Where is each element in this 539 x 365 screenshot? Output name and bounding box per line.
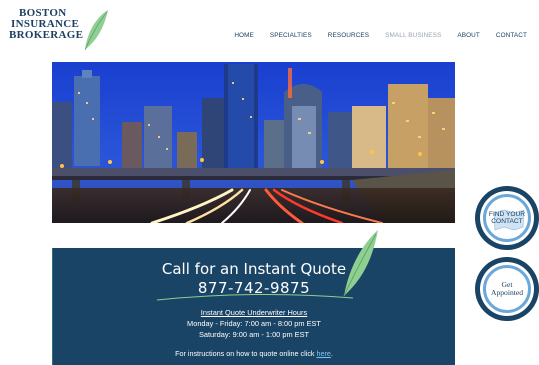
get-appointed-inner: Get Appointed (483, 265, 531, 313)
find-line-1: FIND YOUR (488, 211, 526, 218)
nav-contact[interactable]: CONTACT (496, 32, 527, 39)
nav-home[interactable]: HOME (234, 32, 254, 39)
quote-title: Call for an Instant Quote (161, 260, 347, 278)
swoosh-decoration (156, 293, 354, 301)
find-contact-inner: FIND YOUR CONTACT (483, 194, 531, 242)
get-appointed-label: Get Appointed (491, 281, 523, 297)
nav-resources[interactable]: RESOURCES (328, 32, 369, 39)
instructions-here-link[interactable]: here (317, 349, 331, 358)
find-contact-label: FIND YOUR CONTACT (489, 211, 525, 225)
nav-specialties[interactable]: SPECIALTIES (270, 32, 312, 39)
nav-about[interactable]: ABOUT (457, 32, 480, 39)
quote-instructions: For instructions on how to quote online … (53, 349, 455, 358)
instructions-suffix: . (330, 349, 333, 358)
hero-image (52, 62, 455, 223)
get-line-2: Appointed (490, 288, 524, 297)
brand-wordmark: BOSTON INSURANCE BROKERAGE (9, 8, 83, 41)
find-line-2: CONTACT (491, 218, 523, 225)
hours-weekday: Monday - Friday: 7:00 am - 8:00 pm EST (187, 319, 321, 328)
hours-heading: Instant Quote Underwriter Hours (200, 308, 308, 317)
find-your-contact-button[interactable]: FIND YOUR CONTACT (475, 186, 539, 250)
brand-logo[interactable]: BOSTON INSURANCE BROKERAGE (9, 8, 109, 51)
hours-saturday: Saturday: 9:00 am - 1:00 pm EST (198, 330, 310, 339)
main-nav: HOME SPECIALTIES RESOURCES SMALL BUSINES… (218, 30, 527, 40)
nav-small-business[interactable]: SMALL BUSINESS (385, 32, 441, 39)
leaf-icon (84, 10, 108, 51)
instant-quote-panel: Call for an Instant Quote 877-742-9875 I… (52, 230, 455, 365)
instructions-prefix: For instructions on how to quote online … (175, 349, 317, 358)
get-appointed-button[interactable]: Get Appointed (475, 257, 539, 321)
brand-line-3: BROKERAGE (9, 29, 84, 41)
